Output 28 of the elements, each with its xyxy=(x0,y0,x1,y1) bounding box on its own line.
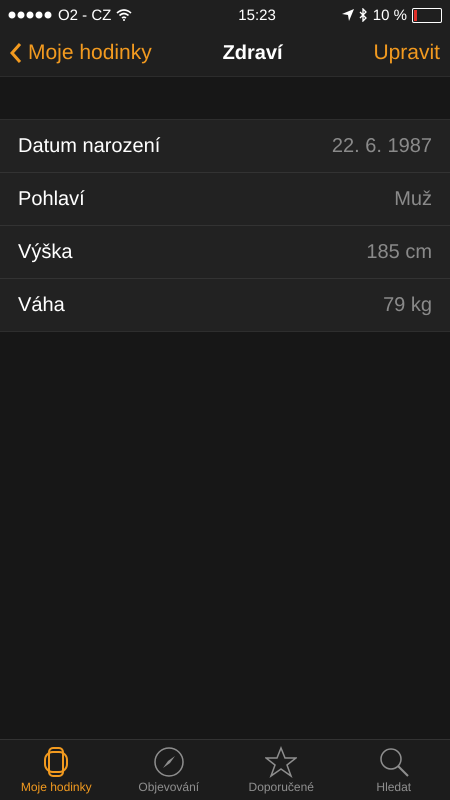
wifi-icon xyxy=(116,9,132,21)
signal-icon xyxy=(8,11,53,19)
tab[interactable]: Moje hodinky xyxy=(0,740,112,800)
battery-icon xyxy=(412,8,442,22)
row-label: Datum narození xyxy=(18,134,160,158)
star-icon xyxy=(265,746,298,778)
tab[interactable]: Hledat xyxy=(338,740,450,800)
row-value: 185 cm xyxy=(366,240,432,264)
bluetooth-icon xyxy=(358,8,368,22)
row-label: Váha xyxy=(18,294,65,316)
location-icon xyxy=(342,9,354,21)
row-label: Pohlaví xyxy=(18,188,85,210)
page-title: Zdraví xyxy=(222,42,283,64)
edit-button[interactable]: Upravit xyxy=(373,41,440,65)
search-icon xyxy=(378,746,410,778)
clock-time: 15:23 xyxy=(238,6,276,24)
back-button[interactable]: Moje hodinky xyxy=(10,41,152,65)
tab[interactable]: Objevování xyxy=(112,740,225,800)
carrier-name: O2 - CZ xyxy=(58,6,112,24)
row-value: 22. 6. 1987 xyxy=(332,134,432,158)
row-label: Výška xyxy=(18,240,72,264)
compass-icon xyxy=(152,746,185,778)
row-value: Muž xyxy=(394,188,432,210)
chevron-icon xyxy=(10,42,22,64)
tab[interactable]: Doporučené xyxy=(225,740,338,800)
battery-percent: 10 % xyxy=(372,6,407,24)
watch-icon xyxy=(42,746,70,778)
row-value: 79 kg xyxy=(383,294,432,316)
